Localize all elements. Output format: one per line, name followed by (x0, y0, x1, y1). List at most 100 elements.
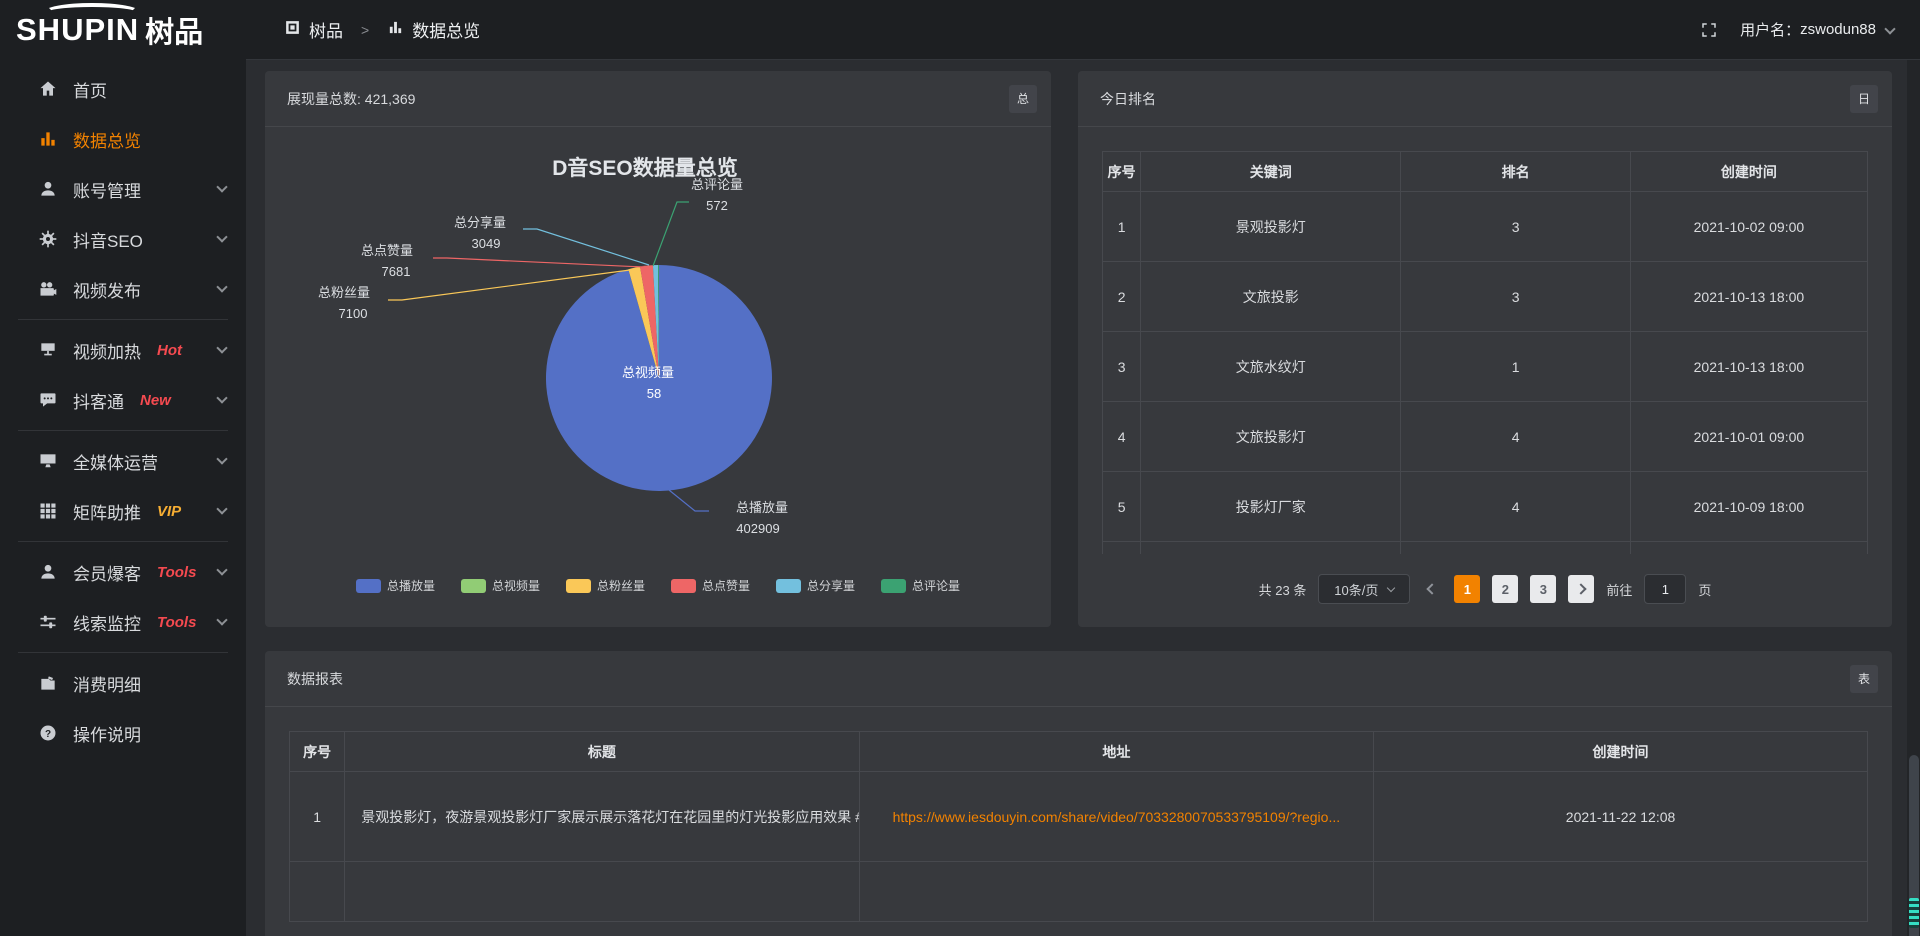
sidebar-item-help[interactable]: ? 操作说明 (0, 708, 246, 758)
breadcrumb-root[interactable]: 树品 (309, 17, 343, 42)
tools-badge: Tools (157, 614, 196, 631)
sidebar-item-account[interactable]: 账号管理 (0, 164, 246, 214)
cell-video-link[interactable]: https://www.iesdouyin.com/share/video/70… (859, 772, 1373, 862)
chevron-down-icon (1884, 23, 1895, 34)
label-play-name: 总播放量 (736, 500, 788, 515)
tools-badge: Tools (157, 564, 196, 581)
goto-page-input[interactable] (1644, 574, 1686, 604)
sidebar-divider (18, 430, 228, 431)
svg-text:?: ? (45, 729, 51, 740)
cell-rank: 4 (1401, 472, 1631, 542)
overview-card-header: 展现量总数: 421,369 总 (265, 71, 1051, 127)
legend-item-shares[interactable]: 总分享量 (776, 577, 855, 594)
table-row-partial (1103, 542, 1868, 555)
cell-created: 2021-10-09 18:00 (1630, 472, 1867, 542)
sidebar-item-member-burst[interactable]: 会员爆客 Tools (0, 547, 246, 597)
ranking-card: 今日排名 日 序号 关键词 排名 创建时间 1 (1078, 71, 1892, 627)
topbar-right: 用户名： zswodun88 (1700, 19, 1894, 40)
page-scrollbar[interactable] (1907, 60, 1920, 936)
col-index: 序号 (290, 732, 345, 772)
label-likes-value: 7681 (382, 264, 411, 279)
sidebar-item-label: 视频发布 (73, 277, 141, 302)
day-toggle-button[interactable]: 日 (1850, 85, 1878, 113)
home-icon (38, 79, 58, 99)
col-index: 序号 (1103, 152, 1141, 192)
member-icon (38, 562, 58, 582)
label-play-value: 402909 (736, 521, 779, 536)
legend-label: 总评论量 (912, 577, 960, 594)
sidebar-divider (18, 541, 228, 542)
sidebar-item-douyin-seo[interactable]: 抖音SEO (0, 214, 246, 264)
sidebar-item-douketong[interactable]: 抖客通 New (0, 375, 246, 425)
sidebar-item-data-overview[interactable]: 数据总览 (0, 114, 246, 164)
sidebar-item-label: 抖客通 (73, 388, 124, 413)
legend-item-comments[interactable]: 总评论量 (881, 577, 960, 594)
prev-page-button[interactable] (1422, 575, 1442, 603)
table-header-row: 序号 标题 地址 创建时间 (290, 732, 1868, 772)
table-header-row: 序号 关键词 排名 创建时间 (1103, 152, 1868, 192)
logo: SHUPIN 树品 (0, 0, 246, 60)
sidebar-divider (18, 652, 228, 653)
cell-index: 5 (1103, 472, 1141, 542)
chevron-down-icon (216, 564, 227, 575)
scrollbar-stripes (1909, 898, 1919, 928)
sidebar-item-lead-monitor[interactable]: 线索监控 Tools (0, 597, 246, 647)
col-keyword: 关键词 (1141, 152, 1401, 192)
sidebar-item-label: 会员爆客 (73, 560, 141, 585)
col-url: 地址 (859, 732, 1373, 772)
ranking-title: 今日排名 (1100, 89, 1156, 109)
legend-item-video[interactable]: 总视频量 (461, 577, 540, 594)
breadcrumb-current[interactable]: 数据总览 (412, 17, 480, 42)
sidebar-item-expense-detail[interactable]: 消费明细 (0, 658, 246, 708)
cell-created: 2021-10-13 18:00 (1630, 262, 1867, 332)
sidebar-item-label: 线索监控 (73, 610, 141, 635)
leader-line-comments (653, 202, 689, 266)
sidebar: SHUPIN 树品 首页 数据总览 账号管理 抖音SEO 视频发布 (0, 0, 246, 936)
legend-swatch (566, 579, 591, 593)
page-button-1[interactable]: 1 (1454, 575, 1480, 603)
sidebar-item-label: 首页 (73, 77, 107, 102)
vip-badge: VIP (157, 503, 181, 520)
sidebar-item-home[interactable]: 首页 (0, 64, 246, 114)
legend-label: 总分享量 (807, 577, 855, 594)
fullscreen-icon[interactable] (1700, 21, 1718, 39)
cell-rank: 4 (1401, 402, 1631, 472)
sidebar-item-media-operation[interactable]: 全媒体运营 (0, 436, 246, 486)
cell-index: 1 (1103, 192, 1141, 262)
sidebar-item-label: 操作说明 (73, 721, 141, 746)
topbar: 树品 > 数据总览 用户名： zswodun88 (246, 0, 1920, 60)
label-fans-name: 总粉丝量 (318, 285, 370, 300)
legend-item-likes[interactable]: 总点赞量 (671, 577, 750, 594)
page-button-2[interactable]: 2 (1492, 575, 1518, 603)
next-page-button[interactable] (1568, 575, 1594, 603)
label-likes-name: 总点赞量 (361, 243, 413, 258)
screen-icon (38, 340, 58, 360)
label-fans-value: 7100 (339, 306, 368, 321)
cell-keyword: 文旅投影灯 (1141, 402, 1401, 472)
legend-item-play[interactable]: 总播放量 (356, 577, 435, 594)
leader-line-play (669, 490, 709, 511)
user-icon (38, 179, 58, 199)
total-toggle-button[interactable]: 总 (1009, 85, 1037, 113)
page-size-select[interactable]: 10条/页 (1318, 574, 1410, 604)
sidebar-item-label: 全媒体运营 (73, 449, 158, 474)
label-comments-value: 572 (706, 198, 728, 213)
sidebar-item-video-publish[interactable]: 视频发布 (0, 264, 246, 314)
chevron-down-icon (216, 392, 227, 403)
hot-badge: Hot (157, 342, 182, 359)
label-shares-value: 3049 (472, 236, 501, 251)
sidebar-item-matrix-boost[interactable]: 矩阵助推 VIP (0, 486, 246, 536)
sidebar-item-label: 抖音SEO (73, 227, 143, 252)
table-toggle-button[interactable]: 表 (1850, 665, 1878, 693)
label-shares-name: 总分享量 (454, 215, 506, 230)
col-created: 创建时间 (1374, 732, 1868, 772)
user-menu[interactable]: 用户名： zswodun88 (1740, 19, 1894, 40)
page-size-value: 10条/页 (1334, 580, 1378, 599)
cell-index: 1 (290, 772, 345, 862)
overview-title: 展现量总数: 421,369 (287, 89, 415, 109)
cell-index: 4 (1103, 402, 1141, 472)
legend-item-fans[interactable]: 总粉丝量 (566, 577, 645, 594)
sidebar-item-video-heat[interactable]: 视频加热 Hot (0, 325, 246, 375)
page-button-3[interactable]: 3 (1530, 575, 1556, 603)
sidebar-item-label: 矩阵助推 (73, 499, 141, 524)
